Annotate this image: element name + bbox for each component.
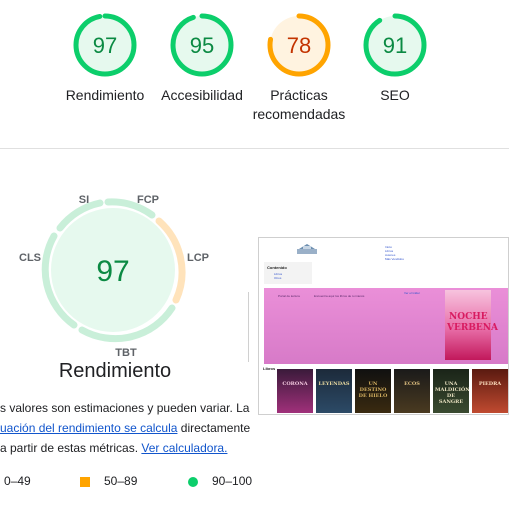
seo-gauge-ring: 91 xyxy=(363,13,427,77)
thumb-banner-link: Ver el tráiler xyxy=(404,291,421,295)
description-line-1: s valores son estimaciones y pueden vari… xyxy=(0,401,250,415)
thumb-book-cover: UNA MALDICIÓN DE SANGRE xyxy=(433,369,469,413)
metric-label-fcp: FCP xyxy=(137,194,159,206)
thumb-book-cover: PIEDRA xyxy=(472,369,508,413)
section-divider xyxy=(0,148,509,149)
view-calculator-link[interactable]: Ver calculadora. xyxy=(141,441,227,455)
seo-score-value: 91 xyxy=(383,33,407,58)
metric-label-cls: CLS xyxy=(19,252,41,264)
thumb-book-cover: CORONA xyxy=(277,369,313,413)
legend-fail-range: 0–49 xyxy=(4,474,31,488)
site-logo-icon xyxy=(297,244,317,254)
performance-label: Rendimiento xyxy=(65,87,145,103)
thumb-featured-book-cover: NOCHE VERBENA xyxy=(445,290,498,360)
accessibility-label: Accesibilidad xyxy=(161,87,243,103)
performance-score-value: 97 xyxy=(93,33,117,58)
thumb-nav-item: Más Vendidos xyxy=(385,257,404,261)
metric-label-lcp: LCP xyxy=(187,252,209,264)
score-calculation-link[interactable]: uación del rendimiento se calcula xyxy=(0,421,177,435)
performance-gauge-ring: 97 xyxy=(73,13,137,77)
description-line-3: a partir de estas métricas. Ver calculad… xyxy=(0,438,260,458)
accessibility-score-value: 95 xyxy=(190,33,214,58)
performance-detail-gauge: SI FCP LCP TBT CLS 97 xyxy=(0,180,240,370)
description-line-2-text: directamente xyxy=(177,421,251,435)
thumb-banner-text: Encuentra aquí los libros de tu interés xyxy=(314,294,365,298)
performance-big-score: 97 xyxy=(96,255,129,288)
thumb-sidebar-item: Otros xyxy=(274,276,282,280)
best-practices-score-value: 78 xyxy=(287,33,311,58)
thumb-books-label: Libros xyxy=(263,366,276,371)
score-gauge-accessibility[interactable]: 95 Accesibilidad xyxy=(152,12,252,105)
best-practices-gauge-ring: 78 xyxy=(267,13,331,77)
legend-average-range: 50–89 xyxy=(104,474,138,488)
thumb-nav: Inicio Libros Autores Más Vendidos xyxy=(385,245,404,261)
legend-pass-range: 90–100 xyxy=(212,474,253,488)
metric-label-tbt: TBT xyxy=(115,347,137,359)
thumb-sidebar: Contenido Libros Otros xyxy=(264,262,312,284)
thumb-banner-text: Portal de lectura xyxy=(278,294,300,298)
thumb-book-cover: LEYENDAS xyxy=(316,369,352,413)
score-gauge-performance[interactable]: 97 Rendimiento xyxy=(55,12,155,105)
description-line-3-text: a partir de estas métricas. xyxy=(0,441,142,455)
seo-label: SEO xyxy=(380,87,410,103)
thumb-book-cover: UN DESTINO DE HIELO xyxy=(355,369,391,413)
vertical-divider xyxy=(248,292,249,362)
thumb-sidebar-title: Contenido xyxy=(267,265,287,270)
score-legend: 0–49 50–89 90–100 xyxy=(0,474,270,490)
thumb-book-cover: ECOS xyxy=(394,369,430,413)
score-gauge-seo[interactable]: 91 SEO xyxy=(345,12,445,105)
performance-description: s valores son estimaciones y pueden vari… xyxy=(0,398,260,458)
performance-metric-ring: SI FCP LCP TBT CLS 97 xyxy=(19,194,209,359)
best-practices-label: Prácticas recomendadas xyxy=(252,87,346,122)
thumb-featured-title-1: NOCHE xyxy=(449,312,488,322)
legend-average-square-icon xyxy=(80,477,90,487)
score-gauge-best-practices[interactable]: 78 Prácticas recomendadas xyxy=(244,12,354,124)
performance-title: Rendimiento xyxy=(58,360,172,382)
metric-label-si: SI xyxy=(79,194,89,206)
legend-pass-circle-icon xyxy=(188,477,198,487)
final-screenshot-thumbnail[interactable]: Inicio Libros Autores Más Vendidos Conte… xyxy=(258,237,509,415)
thumb-featured-title-2: VERBENA xyxy=(447,323,498,333)
description-line-2: uación del rendimiento se calcula direct… xyxy=(0,418,260,438)
accessibility-gauge-ring: 95 xyxy=(170,13,234,77)
